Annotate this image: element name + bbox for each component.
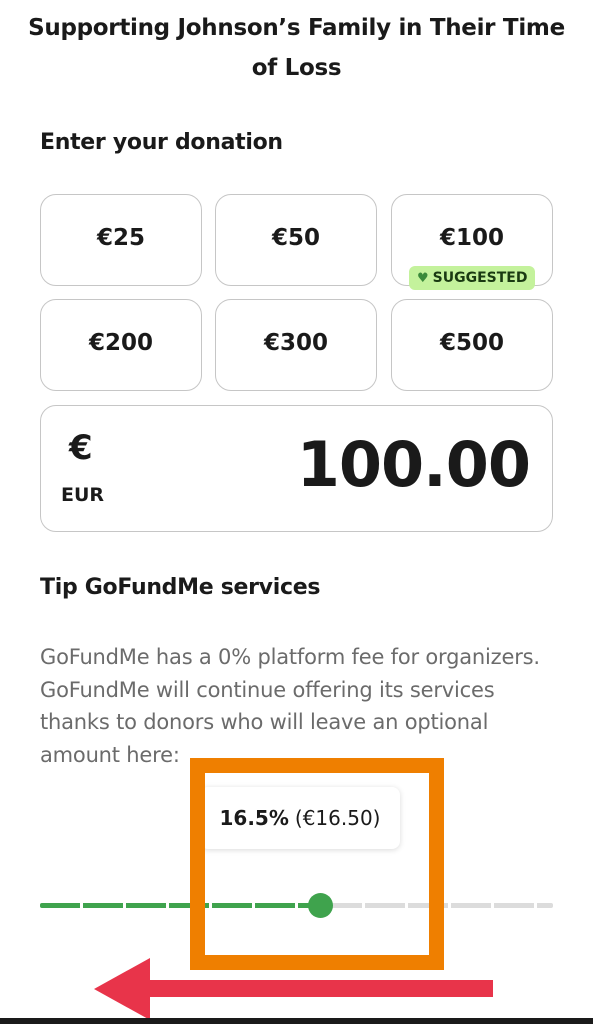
page-title: Supporting Johnson’s Family in Their Tim… bbox=[28, 15, 565, 81]
amount-button-label: €200 bbox=[88, 330, 153, 356]
amount-button-label: €50 bbox=[271, 225, 320, 251]
tip-slider-track-filled[interactable] bbox=[40, 903, 322, 908]
amount-value[interactable]: 100.00 bbox=[297, 428, 531, 501]
amount-button-label: €100 bbox=[439, 225, 504, 251]
amount-button-label: €300 bbox=[263, 330, 328, 356]
amount-button-500[interactable]: €500 bbox=[391, 299, 553, 391]
amount-button-25[interactable]: €25 bbox=[40, 194, 202, 286]
amount-button-300[interactable]: €300 bbox=[215, 299, 377, 391]
heart-icon: ♥ bbox=[417, 271, 429, 286]
amount-button-50[interactable]: €50 bbox=[215, 194, 377, 286]
amount-button-label: €25 bbox=[96, 225, 145, 251]
currency-symbol: € bbox=[69, 428, 93, 468]
donation-heading: Enter your donation bbox=[40, 130, 283, 155]
suggested-badge: ♥ SUGGESTED bbox=[409, 266, 536, 290]
tip-amount: (€16.50) bbox=[294, 806, 381, 830]
suggested-badge-label: SUGGESTED bbox=[432, 270, 528, 286]
tip-heading: Tip GoFundMe services bbox=[40, 575, 321, 600]
tip-slider-thumb[interactable] bbox=[308, 893, 333, 918]
currency-code: EUR bbox=[61, 484, 105, 506]
tip-percent: 16.5% bbox=[219, 806, 289, 830]
annotation-arrow-left-icon bbox=[94, 958, 150, 1020]
tip-value-tooltip: 16.5% (€16.50) bbox=[200, 787, 400, 849]
bottom-cover bbox=[0, 970, 593, 1024]
tip-description: GoFundMe has a 0% platform fee for organ… bbox=[40, 645, 540, 767]
bottom-system-bar bbox=[0, 1018, 593, 1024]
amount-button-label: €500 bbox=[439, 330, 504, 356]
amount-button-100[interactable]: €100 ♥ SUGGESTED bbox=[391, 194, 553, 290]
amount-button-200[interactable]: €200 bbox=[40, 299, 202, 391]
tip-slider-track[interactable] bbox=[322, 903, 553, 908]
donation-amount-input[interactable]: € EUR 100.00 bbox=[40, 405, 553, 532]
annotation-arrow-shaft bbox=[130, 980, 493, 997]
